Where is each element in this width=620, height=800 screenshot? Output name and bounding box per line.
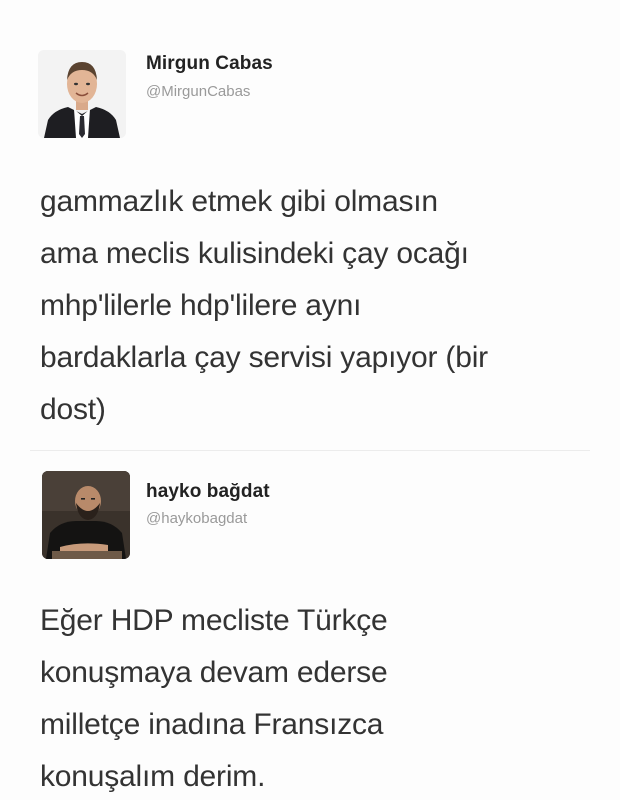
tweet-card-mirgun: Mirgun Cabas @MirgunCabas gammazlık etme… (30, 28, 590, 438)
user-handle[interactable]: @MirgunCabas (146, 83, 250, 100)
user-display-name[interactable]: Mirgun Cabas (146, 53, 273, 75)
tweets-screenshot: Mirgun Cabas @MirgunCabas gammazlık etme… (0, 0, 620, 800)
tweet-text: Eğer HDP mecliste Türkçe konuşmaya devam… (40, 604, 388, 793)
bearded-man-portrait-icon (42, 471, 130, 559)
avatar[interactable] (42, 471, 130, 559)
avatar[interactable] (38, 50, 126, 138)
tweet-card-hayko: hayko bağdat @haykobagdat Eğer HDP mecli… (30, 450, 590, 793)
user-handle[interactable]: @haykobagdat (146, 510, 247, 527)
user-display-name[interactable]: hayko bağdat (146, 481, 270, 503)
man-in-suit-portrait-icon (38, 50, 126, 138)
tweet-text: gammazlık etmek gibi olmasın ama meclis … (40, 185, 488, 426)
